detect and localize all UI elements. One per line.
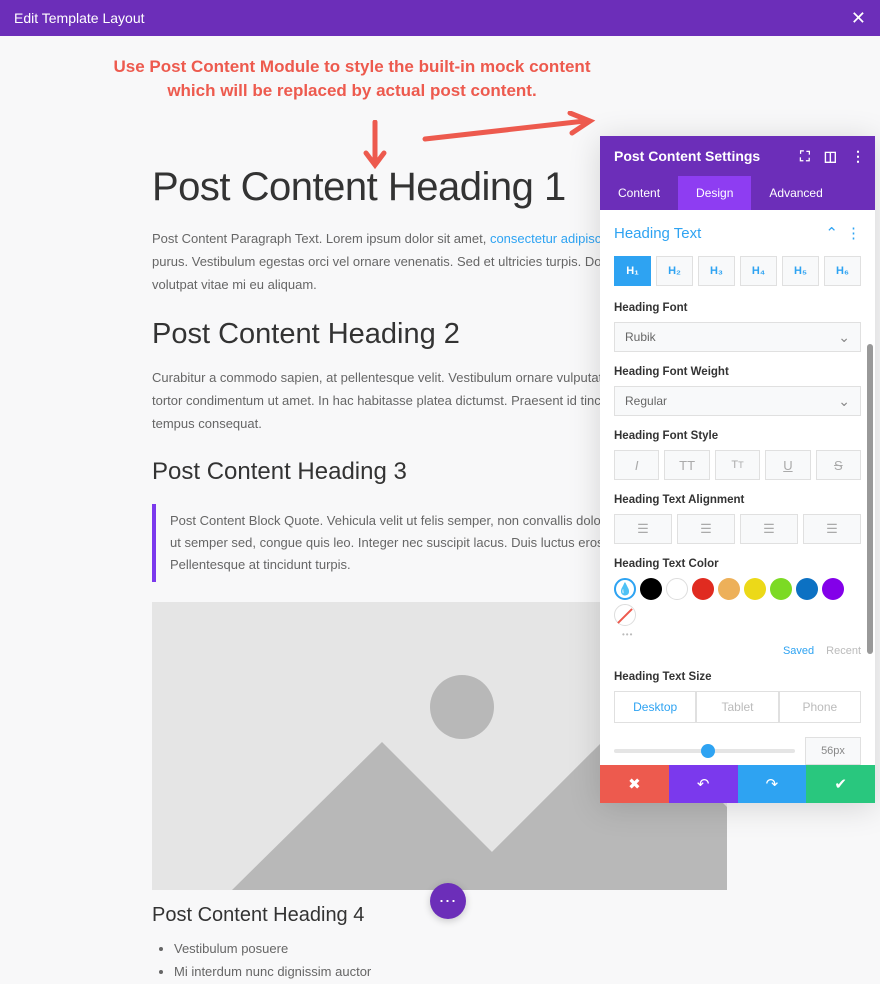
recent-tab[interactable]: Recent	[826, 645, 861, 657]
panel-actions: ✖ ↶ ↷ ✔	[600, 765, 875, 803]
size-slider[interactable]	[614, 749, 795, 753]
color-none[interactable]	[614, 604, 636, 626]
more-icon[interactable]: ⋮	[851, 148, 865, 165]
snap-icon[interactable]: ◫	[824, 148, 837, 165]
page-title: Edit Template Layout	[14, 10, 145, 26]
align-justify-button[interactable]: ☰	[803, 514, 861, 544]
close-icon[interactable]: ✕	[851, 8, 866, 29]
color-swatch[interactable]	[770, 578, 792, 600]
label-font: Heading Font	[614, 302, 861, 314]
color-swatch[interactable]	[640, 578, 662, 600]
device-tablet[interactable]: Tablet	[696, 691, 778, 723]
settings-panel: Post Content Settings ⛶ ◫ ⋮ Content Desi…	[600, 136, 875, 803]
heading-h4[interactable]: H₄	[740, 256, 777, 286]
drag-handle-icon[interactable]: •••	[622, 630, 861, 639]
undo-button[interactable]: ↶	[669, 765, 738, 803]
saved-tab[interactable]: Saved	[783, 645, 814, 657]
redo-button[interactable]: ↷	[738, 765, 807, 803]
device-phone[interactable]: Phone	[779, 691, 861, 723]
underline-button[interactable]: U	[765, 450, 810, 480]
panel-body: Heading Text ⌃⋮ H₁ H₂ H₃ H₄ H₅ H₆ Headin…	[600, 210, 875, 765]
chevron-up-icon: ⌃	[825, 224, 838, 242]
list-item: Vestibulum posuere	[174, 937, 727, 960]
heading-h6[interactable]: H₆	[824, 256, 861, 286]
list-item: Mi interdum nunc dignissim auctor	[174, 960, 727, 983]
fab-button[interactable]: ⋯	[430, 883, 466, 919]
annotation-text: Use Post Content Module to style the bui…	[94, 55, 610, 103]
heading-h5[interactable]: H₅	[782, 256, 819, 286]
color-swatch[interactable]	[822, 578, 844, 600]
discard-button[interactable]: ✖	[600, 765, 669, 803]
accordion-heading-text[interactable]: Heading Text ⌃⋮	[614, 224, 861, 242]
color-swatch[interactable]	[718, 578, 740, 600]
panel-title: Post Content Settings	[614, 148, 760, 164]
strikethrough-button[interactable]: S	[816, 450, 861, 480]
italic-button[interactable]: I	[614, 450, 659, 480]
tab-design[interactable]: Design	[678, 176, 751, 210]
expand-icon[interactable]: ⛶	[800, 148, 810, 165]
uppercase-button[interactable]: TT	[664, 450, 709, 480]
label-weight: Heading Font Weight	[614, 366, 861, 378]
color-swatch[interactable]	[744, 578, 766, 600]
weight-select[interactable]: Regular	[614, 386, 861, 416]
label-style: Heading Font Style	[614, 430, 861, 442]
align-right-button[interactable]: ☰	[740, 514, 798, 544]
panel-tabs: Content Design Advanced	[600, 176, 875, 210]
label-size: Heading Text Size	[614, 671, 861, 683]
device-desktop[interactable]: Desktop	[614, 691, 696, 723]
color-swatch[interactable]	[796, 578, 818, 600]
color-swatch[interactable]	[666, 578, 688, 600]
align-center-button[interactable]: ☰	[677, 514, 735, 544]
heading-level-tabs: H₁ H₂ H₃ H₄ H₅ H₆	[614, 256, 861, 286]
font-select[interactable]: Rubik	[614, 322, 861, 352]
tab-advanced[interactable]: Advanced	[751, 176, 840, 210]
align-left-button[interactable]: ☰	[614, 514, 672, 544]
panel-header: Post Content Settings ⛶ ◫ ⋮	[600, 136, 875, 176]
top-bar: Edit Template Layout ✕	[0, 0, 880, 36]
heading-h2[interactable]: H₂	[656, 256, 693, 286]
smallcaps-button[interactable]: TT	[715, 450, 760, 480]
heading-h1[interactable]: H₁	[614, 256, 651, 286]
menu-icon[interactable]: ⋮	[846, 224, 861, 242]
size-value[interactable]: 56px	[805, 737, 861, 765]
heading-h3[interactable]: H₃	[698, 256, 735, 286]
scrollbar[interactable]	[867, 344, 873, 654]
color-swatch[interactable]	[692, 578, 714, 600]
color-picker-button[interactable]: 💧	[614, 578, 636, 600]
tab-content[interactable]: Content	[600, 176, 678, 210]
label-align: Heading Text Alignment	[614, 494, 861, 506]
label-color: Heading Text Color	[614, 558, 861, 570]
save-button[interactable]: ✔	[806, 765, 875, 803]
list: Vestibulum posuere Mi interdum nunc dign…	[152, 937, 727, 984]
